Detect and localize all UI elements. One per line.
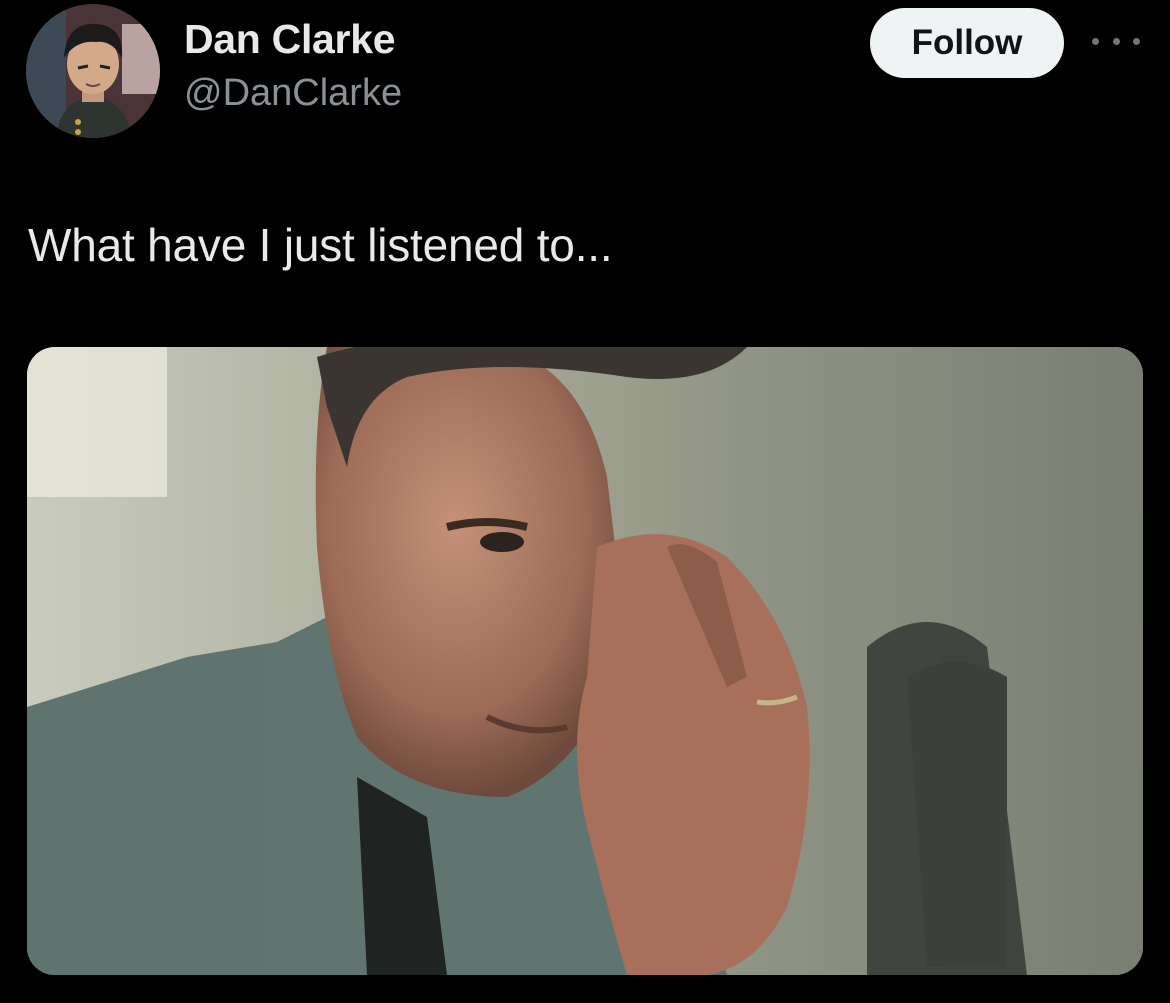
author-handle[interactable]: @DanClarke xyxy=(184,72,402,115)
media-photo xyxy=(27,347,1143,975)
follow-button[interactable]: Follow xyxy=(870,8,1064,78)
tweet-text: What have I just listened to... xyxy=(28,219,613,271)
dot xyxy=(1133,37,1140,45)
avatar[interactable] xyxy=(26,4,160,138)
dot xyxy=(1092,37,1099,45)
avatar-image xyxy=(26,4,160,138)
author-display-name[interactable]: Dan Clarke xyxy=(184,16,396,63)
more-dots-icon[interactable] xyxy=(1092,26,1140,56)
tweet-media-image[interactable] xyxy=(27,347,1143,975)
dot xyxy=(1112,37,1120,45)
